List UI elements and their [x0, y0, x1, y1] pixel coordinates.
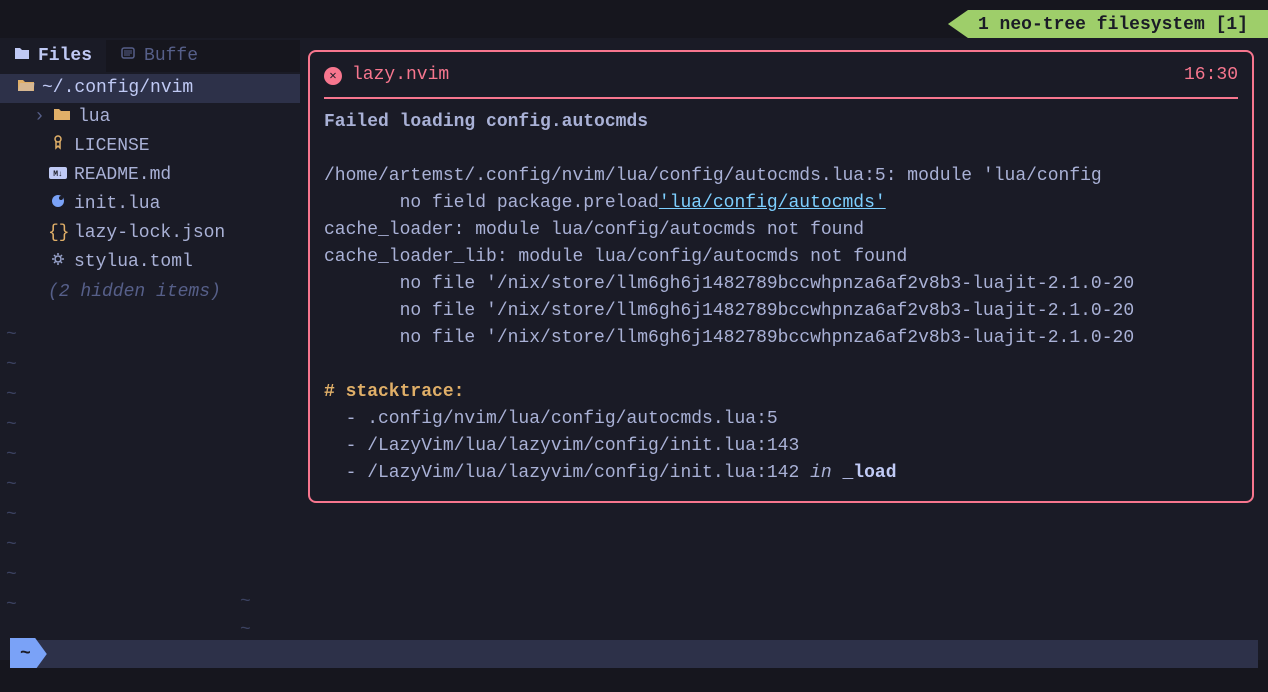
markdown-icon: M↓ [48, 162, 68, 189]
hidden-items-hint: (2 hidden items) [0, 277, 300, 306]
folder-open-icon [16, 75, 36, 102]
file-tree: ~/.config/nvim › lua LICENSE M↓ READM [0, 72, 300, 306]
error-nofile3: no file '/nix/store/llm6gh6j1482789bccwh… [324, 328, 1134, 348]
error-preload-link[interactable]: 'lua/config/autocmds' [659, 193, 886, 213]
stacktrace-heading: # stacktrace: [324, 382, 464, 402]
tree-file-lazy-lock[interactable]: {} lazy-lock.json [0, 219, 300, 248]
error-cache1: cache_loader: module lua/config/autocmds… [324, 220, 864, 240]
command-line[interactable] [0, 668, 1268, 692]
gear-icon [48, 249, 68, 276]
tree-item-label: lazy-lock.json [74, 220, 225, 247]
tab-files[interactable]: Files [0, 40, 106, 72]
buffers-icon [120, 43, 136, 70]
tab-buffers[interactable]: Buffe [106, 40, 212, 72]
error-cache2: cache_loader_lib: module lua/config/auto… [324, 247, 907, 267]
stacktrace-in: in [810, 463, 842, 483]
stacktrace-line-prefix: - /LazyVim/lua/lazyvim/config/init.lua:1… [324, 463, 810, 483]
sidebar-tabs: Files Buffe [0, 40, 300, 72]
json-icon: {} [48, 220, 68, 247]
tree-item-label: README.md [74, 162, 171, 189]
statusline-cwd: ~ [10, 638, 47, 671]
editor-area: ✕ lazy.nvim 16:30 Failed loading config.… [300, 38, 1268, 660]
stacktrace-func: _load [843, 463, 897, 483]
notification-source: lazy.nvim [352, 62, 449, 89]
tree-root[interactable]: ~/.config/nvim [0, 74, 300, 103]
lua-icon [48, 191, 68, 218]
error-path: /home/artemst/.config/nvim/lua/config/au… [324, 166, 1102, 186]
error-preload-prefix: no field package.preload [324, 193, 659, 213]
tree-file-stylua[interactable]: stylua.toml [0, 248, 300, 277]
error-nofile2: no file '/nix/store/llm6gh6j1482789bccwh… [324, 301, 1134, 321]
license-icon [48, 133, 68, 160]
chevron-right-icon: › [34, 104, 46, 131]
error-icon: ✕ [324, 67, 342, 85]
error-nofile1: no file '/nix/store/llm6gh6j1482789bccwh… [324, 274, 1134, 294]
tree-file-license[interactable]: LICENSE [0, 132, 300, 161]
empty-line-tildes: ~~~~~ ~~~~~ [6, 320, 17, 620]
tab-label: Files [38, 43, 92, 70]
tree-file-readme[interactable]: M↓ README.md [0, 161, 300, 190]
error-notification: ✕ lazy.nvim 16:30 Failed loading config.… [308, 50, 1254, 503]
notification-body: Failed loading config.autocmds /home/art… [324, 109, 1238, 487]
stacktrace-line: - .config/nvim/lua/config/autocmds.lua:5 [324, 409, 778, 429]
tree-folder-lua[interactable]: › lua [0, 103, 300, 132]
svg-text:M↓: M↓ [53, 170, 63, 179]
tab-label: Buffe [144, 43, 198, 70]
tree-root-label: ~/.config/nvim [42, 75, 193, 102]
notification-title: ✕ lazy.nvim [324, 62, 449, 89]
split-empty-tildes: ~~ [240, 588, 251, 644]
tree-file-init-lua[interactable]: init.lua [0, 190, 300, 219]
winbar-badge: 1 neo-tree filesystem [1] [948, 10, 1268, 38]
folder-icon [52, 104, 72, 131]
tree-item-label: init.lua [74, 191, 160, 218]
stacktrace-line: - /LazyVim/lua/lazyvim/config/init.lua:1… [324, 436, 799, 456]
tree-item-label: lua [78, 104, 110, 131]
file-tree-sidebar: Files Buffe ~/.config/nvim › [0, 38, 300, 660]
tree-item-label: LICENSE [74, 133, 150, 160]
notification-time: 16:30 [1184, 62, 1238, 89]
error-heading: Failed loading config.autocmds [324, 112, 648, 132]
vertical-split [528, 555, 530, 630]
tree-item-label: stylua.toml [74, 249, 193, 276]
winbar: 1 neo-tree filesystem [1] [0, 10, 1268, 38]
statusline: ~ [10, 640, 1258, 668]
folder-icon [14, 43, 30, 70]
